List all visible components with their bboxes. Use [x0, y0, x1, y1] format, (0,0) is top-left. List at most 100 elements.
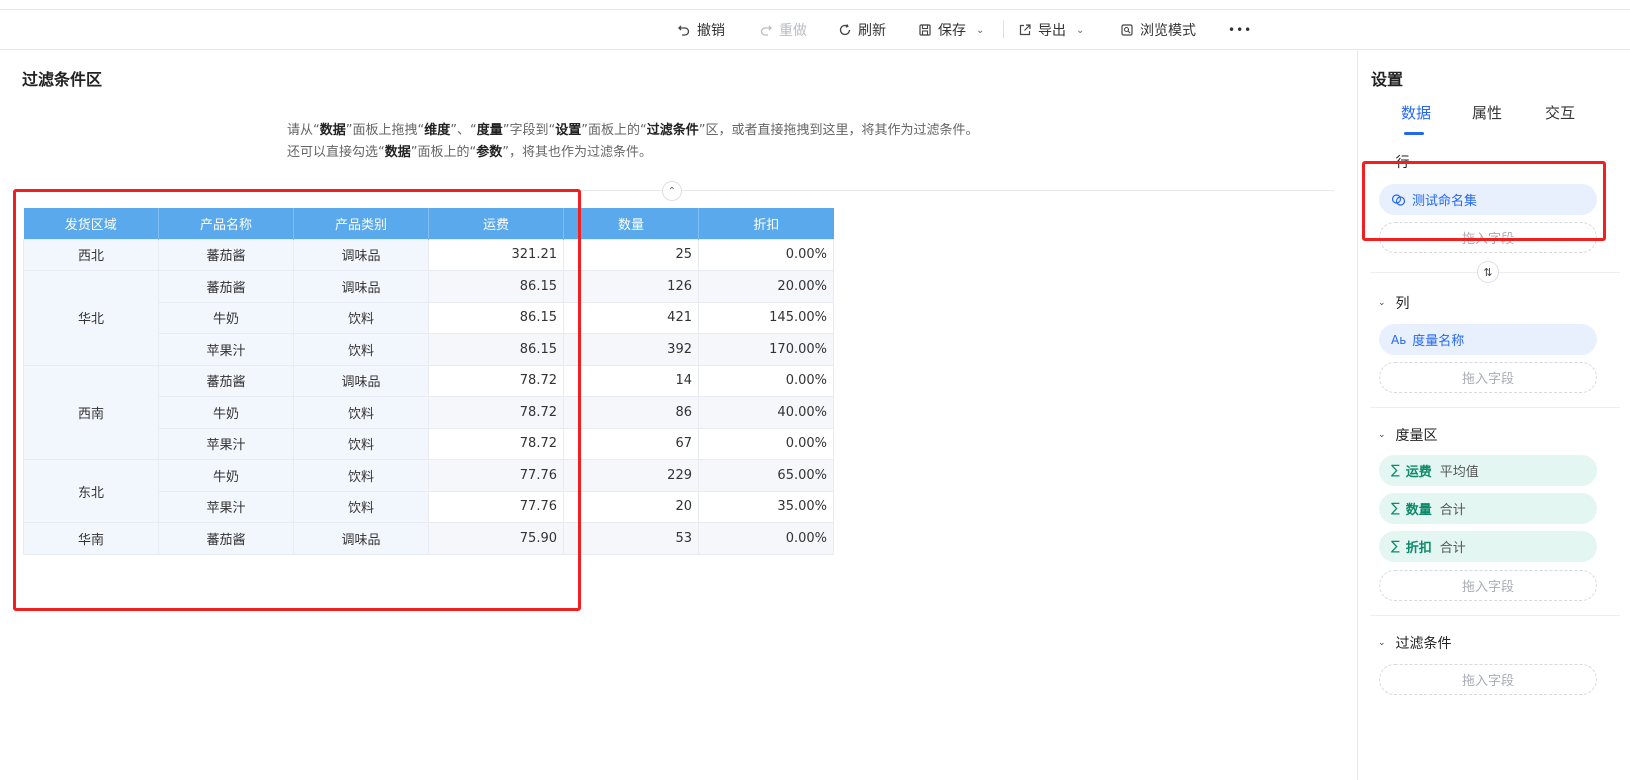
discount-cell: 0.00% — [698, 427, 834, 460]
export-chevron-down-icon[interactable]: ⌄ — [1076, 25, 1084, 36]
category-cell: 饮料 — [293, 333, 429, 366]
settings-panel: 设置 数据 属性 交互 ⌄ 行 测试命名集 拖入字段 ⇅ ⌄ 列 Aь 度量名称… — [1357, 50, 1630, 780]
category-cell: 调味品 — [293, 522, 429, 555]
filter-hint: 请从“数据”面板上拖拽“维度”、“度量”字段到“设置”面板上的“过滤条件”区，或… — [287, 120, 979, 164]
chevron-down-icon: ⌄ — [1378, 638, 1386, 648]
measure-pill-discount[interactable]: ∑ 折扣 合计 — [1379, 531, 1597, 562]
freight-cell: 86.15 — [428, 333, 564, 366]
text-type-icon: Aь — [1391, 332, 1407, 347]
redo-icon — [760, 25, 772, 36]
freight-cell: 321.21 — [428, 238, 564, 271]
qty-cell: 86 — [563, 396, 699, 429]
export-button[interactable]: 导出 ⌄ — [1018, 20, 1084, 40]
export-icon — [1019, 24, 1031, 36]
header-qty[interactable]: 数量 — [563, 208, 699, 239]
sigma-icon: ∑ — [1391, 539, 1400, 554]
toolbar-separator — [1003, 20, 1004, 38]
freight-cell: 86.15 — [428, 270, 564, 303]
undo-label: 撤销 — [697, 23, 725, 39]
chevron-up-icon: ⌃ — [667, 185, 677, 197]
product-cell: 蕃茄酱 — [158, 522, 294, 555]
category-cell: 调味品 — [293, 238, 429, 271]
sigma-icon: ∑ — [1391, 463, 1400, 478]
columns-field-pill[interactable]: Aь 度量名称 — [1379, 324, 1597, 355]
qty-cell: 126 — [563, 270, 699, 303]
redo-button[interactable]: 重做 — [759, 20, 807, 40]
chevron-down-icon: ⌄ — [1378, 298, 1386, 308]
measures-drop-zone[interactable]: 拖入字段 — [1379, 570, 1597, 601]
product-cell: 牛奶 — [158, 396, 294, 429]
more-icon[interactable]: ••• — [1228, 20, 1252, 40]
section-measures-label: 度量区 — [1395, 428, 1438, 444]
product-cell: 苹果汁 — [158, 490, 294, 523]
qty-cell: 67 — [563, 427, 699, 460]
toolbar: 撤销 重做 刷新 保存 ⌄ 导出 ⌄ 浏览模式 ••• — [0, 10, 1630, 50]
freight-cell: 86.15 — [428, 301, 564, 334]
region-cell: 东北 — [23, 459, 159, 523]
redo-label: 重做 — [779, 23, 807, 39]
collapse-filter-button[interactable]: ⌃ — [662, 181, 682, 201]
tab-interaction[interactable]: 交互 — [1545, 102, 1575, 123]
filter-drop-zone[interactable]: 拖入字段 — [1379, 664, 1597, 695]
panel-tabs: 数据 属性 交互 — [1358, 102, 1630, 134]
tab-data[interactable]: 数据 — [1401, 102, 1431, 123]
section-filter[interactable]: ⌄ 过滤条件 — [1378, 633, 1452, 653]
freight-cell: 78.72 — [428, 364, 564, 397]
discount-cell: 170.00% — [698, 333, 834, 366]
browse-mode-label: 浏览模式 — [1140, 23, 1196, 39]
qty-cell: 20 — [563, 490, 699, 523]
region-cell: 华北 — [23, 270, 159, 366]
page-title: 过滤条件区 — [22, 70, 103, 89]
qty-cell: 229 — [563, 459, 699, 492]
swap-rows-cols-button[interactable]: ⇅ — [1477, 261, 1499, 283]
browse-mode-icon — [1121, 24, 1133, 36]
refresh-button[interactable]: 刷新 — [838, 20, 886, 40]
qty-cell: 421 — [563, 301, 699, 334]
active-tab-indicator — [1404, 132, 1424, 135]
category-cell: 饮料 — [293, 427, 429, 460]
browse-mode-button[interactable]: 浏览模式 — [1120, 20, 1196, 40]
section-measures[interactable]: ⌄ 度量区 — [1378, 425, 1438, 445]
section-rows-label: 行 — [1395, 155, 1410, 171]
section-columns-label: 列 — [1395, 296, 1410, 312]
save-chevron-down-icon[interactable]: ⌄ — [976, 25, 984, 36]
table-row: 西南 蕃茄酱 调味品 78.72 14 0.00% — [23, 364, 834, 460]
filter-hint-line-1: 请从“数据”面板上拖拽“维度”、“度量”字段到“设置”面板上的“过滤条件”区，或… — [287, 123, 979, 138]
pivot-table: 发货区域 产品名称 产品类别 运费 数量 折扣 西北 蕃茄酱 调味品 321.2… — [23, 208, 834, 555]
category-cell: 饮料 — [293, 396, 429, 429]
measure-pill-freight[interactable]: ∑ 运费 平均值 — [1379, 455, 1597, 486]
rows-drop-zone[interactable]: 拖入字段 — [1379, 222, 1597, 253]
header-product[interactable]: 产品名称 — [158, 208, 294, 239]
freight-cell: 78.72 — [428, 396, 564, 429]
header-region[interactable]: 发货区域 — [23, 208, 159, 239]
qty-cell: 14 — [563, 364, 699, 397]
section-filter-label: 过滤条件 — [1395, 636, 1452, 652]
chevron-down-icon: ⌄ — [1378, 430, 1386, 440]
measure-pill-qty[interactable]: ∑ 数量 合计 — [1379, 493, 1597, 524]
chevron-down-icon: ⌄ — [1378, 157, 1386, 167]
header-discount[interactable]: 折扣 — [698, 208, 834, 239]
save-button[interactable]: 保存 ⌄ — [918, 20, 984, 40]
product-cell: 牛奶 — [158, 301, 294, 334]
section-rows[interactable]: ⌄ 行 — [1378, 152, 1410, 172]
product-cell: 蕃茄酱 — [158, 364, 294, 397]
named-set-icon — [1391, 193, 1406, 206]
header-freight[interactable]: 运费 — [428, 208, 564, 239]
table-row: 东北 牛奶 饮料 77.76 229 65.00% — [23, 459, 834, 523]
discount-cell: 0.00% — [698, 238, 834, 271]
columns-drop-zone[interactable]: 拖入字段 — [1379, 362, 1597, 393]
measure-field: 折扣 — [1405, 541, 1432, 556]
header-category[interactable]: 产品类别 — [293, 208, 429, 239]
tab-properties[interactable]: 属性 — [1472, 102, 1502, 123]
measure-agg: 合计 — [1439, 541, 1466, 556]
category-cell: 饮料 — [293, 490, 429, 523]
discount-cell: 145.00% — [698, 301, 834, 334]
qty-cell: 392 — [563, 333, 699, 366]
discount-cell: 40.00% — [698, 396, 834, 429]
undo-button[interactable]: 撤销 — [677, 20, 725, 40]
filter-hint-line-2: 还可以直接勾选“数据”面板上的“参数”，将其也作为过滤条件。 — [287, 145, 653, 160]
rows-field-pill[interactable]: 测试命名集 — [1379, 184, 1597, 215]
section-columns[interactable]: ⌄ 列 — [1378, 293, 1410, 313]
columns-field-label: 度量名称 — [1412, 334, 1465, 349]
discount-cell: 65.00% — [698, 459, 834, 492]
